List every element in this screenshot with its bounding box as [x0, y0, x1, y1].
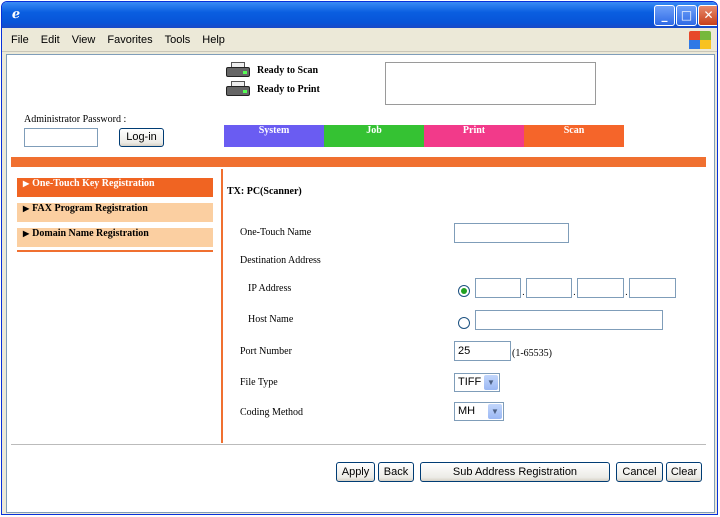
ip-octet-2-input[interactable]	[526, 278, 572, 298]
nav-item-fax-program[interactable]: ▶ FAX Program Registration	[17, 203, 213, 222]
host-name-radio[interactable]	[458, 317, 470, 329]
menu-view[interactable]: View	[66, 28, 102, 52]
file-type-label: File Type	[240, 377, 278, 388]
footer-divider	[11, 444, 706, 445]
side-nav: ▶ One-Touch Key Registration ▶ FAX Program…	[17, 178, 213, 252]
port-range-hint: (1-65535)	[512, 348, 552, 359]
arrow-right-icon: ▶	[23, 179, 30, 188]
menu-favorites[interactable]: Favorites	[101, 28, 158, 52]
ip-separator: .	[625, 287, 628, 298]
cancel-button[interactable]: Cancel	[616, 462, 663, 482]
page-content: Ready to Scan Ready to Print Administrat…	[6, 54, 715, 513]
close-button[interactable]: ✕	[698, 5, 717, 26]
title-bar: ℯ _ □ ✕	[2, 2, 717, 28]
tab-job[interactable]: Job	[324, 125, 424, 147]
windows-logo-icon	[689, 31, 711, 49]
port-number-input[interactable]	[454, 341, 511, 361]
ip-octet-4-input[interactable]	[629, 278, 676, 298]
admin-password-label: Administrator Password :	[24, 114, 127, 125]
host-name-input[interactable]	[475, 310, 663, 330]
arrow-right-icon: ▶	[23, 229, 30, 238]
browser-window: ℯ _ □ ✕ File Edit View Favorites Tools Help R…	[1, 1, 718, 515]
nav-item-one-touch-key[interactable]: ▶ One-Touch Key Registration	[17, 178, 213, 197]
ip-octet-3-input[interactable]	[577, 278, 624, 298]
nav-item-domain-name[interactable]: ▶ Domain Name Registration	[17, 228, 213, 247]
coding-method-select[interactable]: MH ▼	[454, 402, 504, 421]
printer-icon	[225, 80, 251, 98]
destination-address-label: Destination Address	[240, 255, 321, 266]
admin-password-input[interactable]	[24, 128, 98, 147]
menu-help[interactable]: Help	[196, 28, 231, 52]
nav-item-label: FAX Program Registration	[32, 203, 148, 214]
chevron-down-icon: ▼	[488, 404, 502, 419]
ip-address-label: IP Address	[248, 283, 292, 294]
ip-separator: .	[522, 287, 525, 298]
login-button[interactable]: Log-in	[119, 128, 164, 147]
print-status: Ready to Print	[225, 80, 320, 98]
back-button[interactable]: Back	[378, 462, 414, 482]
ie-icon: ℯ	[11, 7, 21, 22]
header-divider	[11, 157, 706, 167]
print-status-text: Ready to Print	[257, 83, 320, 95]
apply-button[interactable]: Apply	[336, 462, 375, 482]
file-type-value: TIFF	[458, 376, 482, 388]
vertical-divider	[221, 169, 223, 443]
scan-status: Ready to Scan	[225, 61, 318, 79]
chevron-down-icon: ▼	[484, 375, 498, 390]
clear-button[interactable]: Clear	[666, 462, 702, 482]
menu-file[interactable]: File	[2, 28, 35, 52]
sub-address-registration-button[interactable]: Sub Address Registration	[420, 462, 610, 482]
status-message-box	[385, 62, 596, 105]
nav-item-label: One-Touch Key Registration	[32, 178, 155, 189]
page-title: TX: PC(Scanner)	[227, 186, 302, 197]
ip-address-radio[interactable]	[458, 285, 470, 297]
ip-octet-1-input[interactable]	[475, 278, 521, 298]
port-number-label: Port Number	[240, 346, 292, 357]
nav-divider	[17, 250, 213, 252]
scan-status-text: Ready to Scan	[257, 64, 319, 76]
tab-scan[interactable]: Scan	[524, 125, 624, 147]
minimize-button[interactable]: _	[654, 5, 675, 26]
ip-separator: .	[573, 287, 576, 298]
scanner-icon	[225, 61, 251, 79]
coding-method-value: MH	[458, 405, 476, 417]
menu-edit[interactable]: Edit	[35, 28, 66, 52]
tab-system[interactable]: System	[224, 125, 324, 147]
arrow-right-icon: ▶	[23, 204, 30, 213]
coding-method-label: Coding Method	[240, 407, 304, 418]
mode-tabs: System Job Print Scan	[224, 125, 624, 147]
host-name-label: Host Name	[248, 314, 294, 325]
maximize-button[interactable]: □	[676, 5, 697, 26]
menu-bar: File Edit View Favorites Tools Help	[2, 28, 717, 52]
one-touch-name-label: One-Touch Name	[240, 227, 312, 238]
nav-item-label: Domain Name Registration	[32, 228, 149, 239]
one-touch-name-input[interactable]	[454, 223, 569, 243]
file-type-select[interactable]: TIFF ▼	[454, 373, 500, 392]
menu-tools[interactable]: Tools	[159, 28, 197, 52]
tab-print[interactable]: Print	[424, 125, 524, 147]
